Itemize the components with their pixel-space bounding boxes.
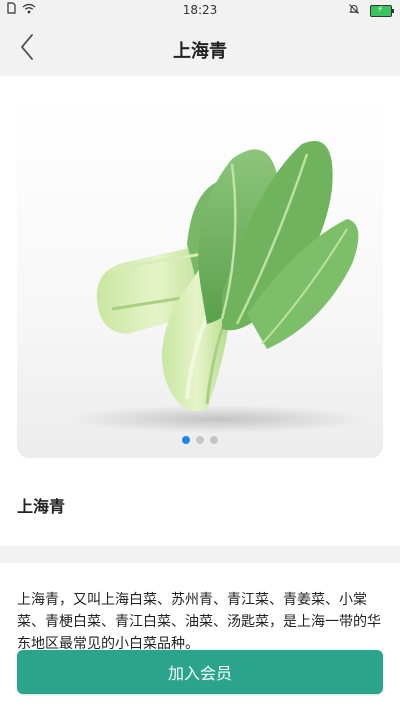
join-membership-button[interactable]: 加入会员 — [17, 650, 383, 694]
product-image-carousel[interactable] — [17, 94, 383, 458]
product-name: 上海青 — [17, 497, 66, 516]
carousel-indicator — [17, 436, 383, 444]
bell-muted-icon — [348, 3, 360, 18]
carousel-dot[interactable] — [196, 436, 204, 444]
product-description: 上海青，又叫上海白菜、苏州青、青江菜、青姜菜、小棠菜、青梗白菜、青江白菜、油菜、… — [17, 592, 381, 652]
page-title: 上海青 — [173, 41, 227, 62]
app-header: 上海青 — [0, 20, 400, 78]
carousel-dot[interactable] — [210, 436, 218, 444]
status-bar-right: ⚡ — [348, 3, 394, 18]
carousel-dot-active[interactable] — [182, 436, 190, 444]
status-bar: 18:23 ⚡ — [0, 0, 400, 20]
bok-choy-photo — [67, 141, 367, 433]
product-detail: 上海青 — [0, 76, 400, 546]
battery-charging-icon: ⚡ — [370, 4, 394, 17]
status-time: 18:23 — [182, 3, 218, 17]
